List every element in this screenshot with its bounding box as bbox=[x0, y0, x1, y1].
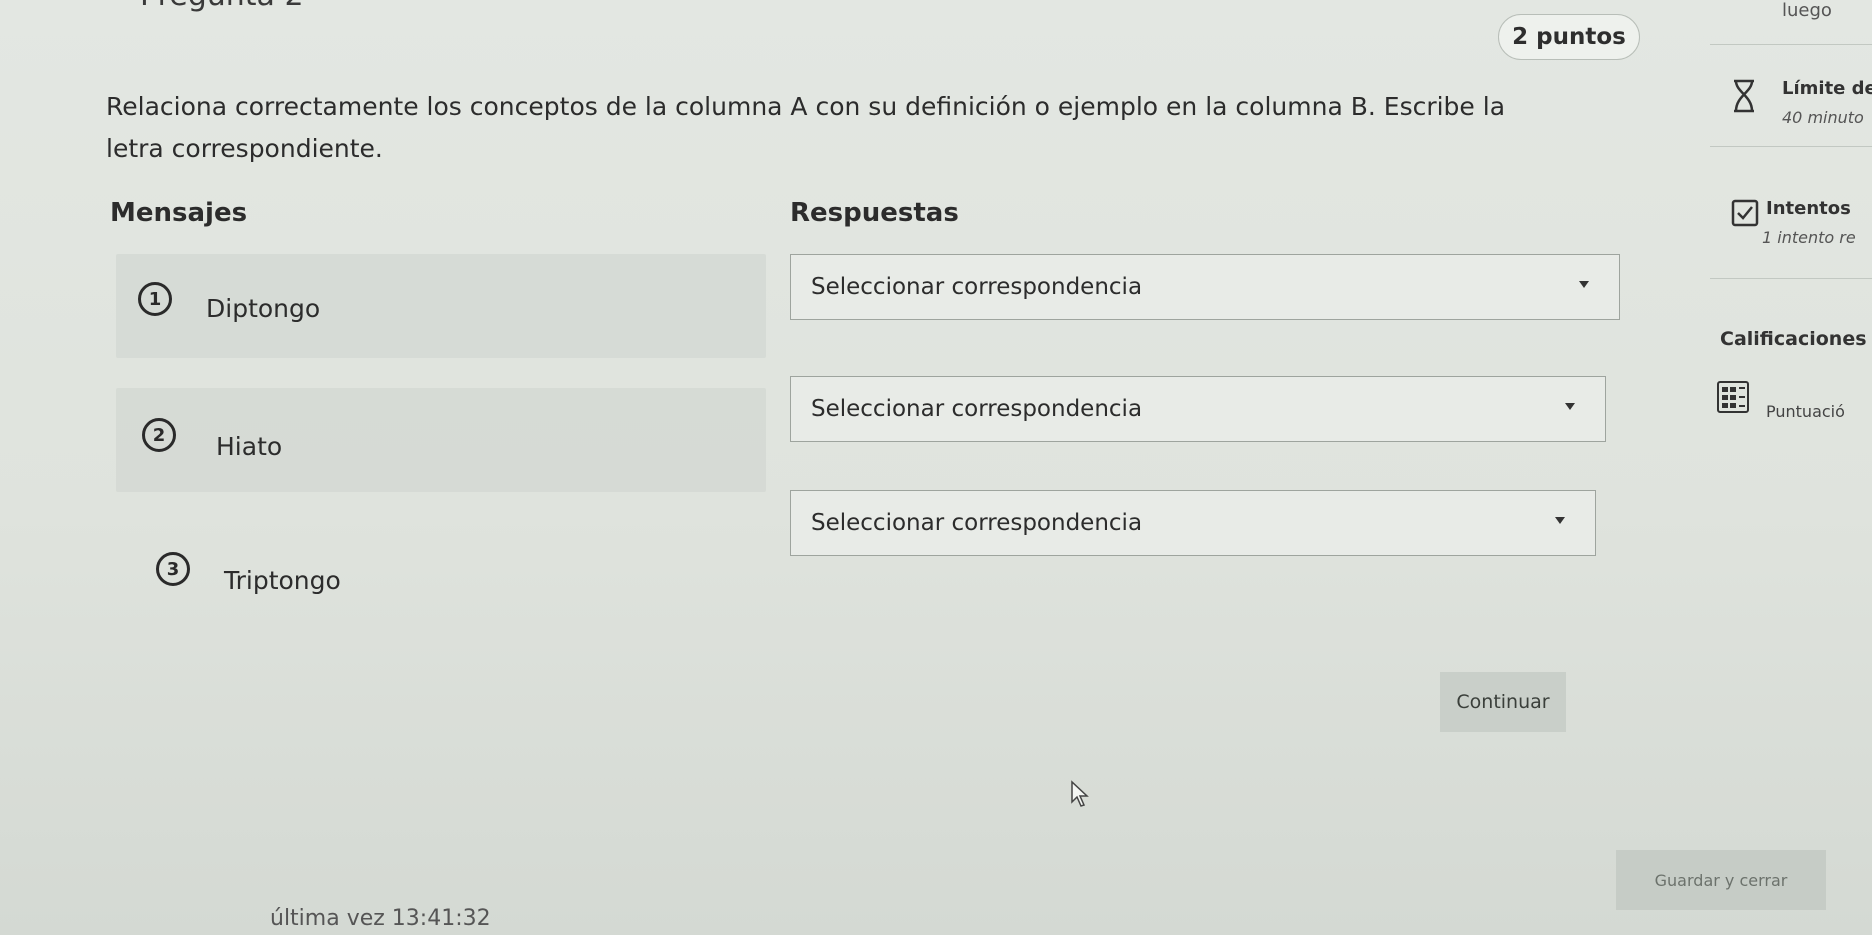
match-select-3[interactable]: Seleccionar correspondencia bbox=[790, 490, 1596, 556]
match-select-2-value: Seleccionar correspondencia bbox=[811, 396, 1143, 422]
item-term-3: Triptongo bbox=[224, 566, 341, 595]
sidebar-top-text: luego bbox=[1782, 0, 1832, 21]
chevron-down-icon bbox=[1555, 517, 1565, 524]
checkbox-icon bbox=[1731, 199, 1759, 227]
question-panel: Pregunta 2 2 puntos Relaciona correctame… bbox=[0, 0, 1690, 935]
time-limit-label: Límite de bbox=[1782, 78, 1872, 99]
attempts-label: Intentos bbox=[1766, 198, 1851, 219]
match-select-1[interactable]: Seleccionar correspondencia bbox=[790, 254, 1620, 320]
quiz-sidebar: luego Límite de 40 minuto Intentos 1 int… bbox=[1700, 0, 1872, 935]
last-saved-text: última vez 13:41:32 bbox=[270, 906, 491, 931]
item-number-1: 1 bbox=[138, 282, 172, 316]
column-b-header: Respuestas bbox=[790, 198, 959, 228]
chevron-down-icon bbox=[1579, 281, 1589, 288]
time-limit-value: 40 minuto bbox=[1782, 108, 1864, 127]
points-badge: 2 puntos bbox=[1498, 14, 1640, 60]
sidebar-divider bbox=[1710, 44, 1872, 45]
sidebar-divider bbox=[1710, 146, 1872, 147]
hourglass-icon bbox=[1734, 79, 1754, 113]
match-select-3-value: Seleccionar correspondencia bbox=[811, 510, 1143, 536]
question-instructions: Relaciona correctamente los conceptos de… bbox=[106, 92, 1506, 163]
column-a-header: Mensajes bbox=[110, 198, 248, 228]
item-term-1: Diptongo bbox=[206, 294, 321, 323]
mouse-pointer-icon bbox=[1071, 780, 1089, 807]
match-select-2[interactable]: Seleccionar correspondencia bbox=[790, 376, 1606, 442]
match-select-1-value: Seleccionar correspondencia bbox=[811, 274, 1143, 300]
sidebar-divider bbox=[1710, 278, 1872, 279]
column-a-row-2 bbox=[116, 388, 766, 492]
score-label: Puntuació bbox=[1766, 402, 1845, 421]
question-title: Pregunta 2 bbox=[140, 0, 304, 13]
item-term-2: Hiato bbox=[216, 432, 283, 461]
item-number-2: 2 bbox=[142, 418, 176, 452]
item-number-3: 3 bbox=[156, 552, 190, 586]
continue-button[interactable]: Continuar bbox=[1440, 672, 1566, 732]
grades-label: Calificaciones bbox=[1720, 328, 1867, 350]
attempts-value: 1 intento re bbox=[1762, 228, 1856, 247]
chevron-down-icon bbox=[1565, 403, 1575, 410]
calculator-icon bbox=[1717, 381, 1749, 413]
